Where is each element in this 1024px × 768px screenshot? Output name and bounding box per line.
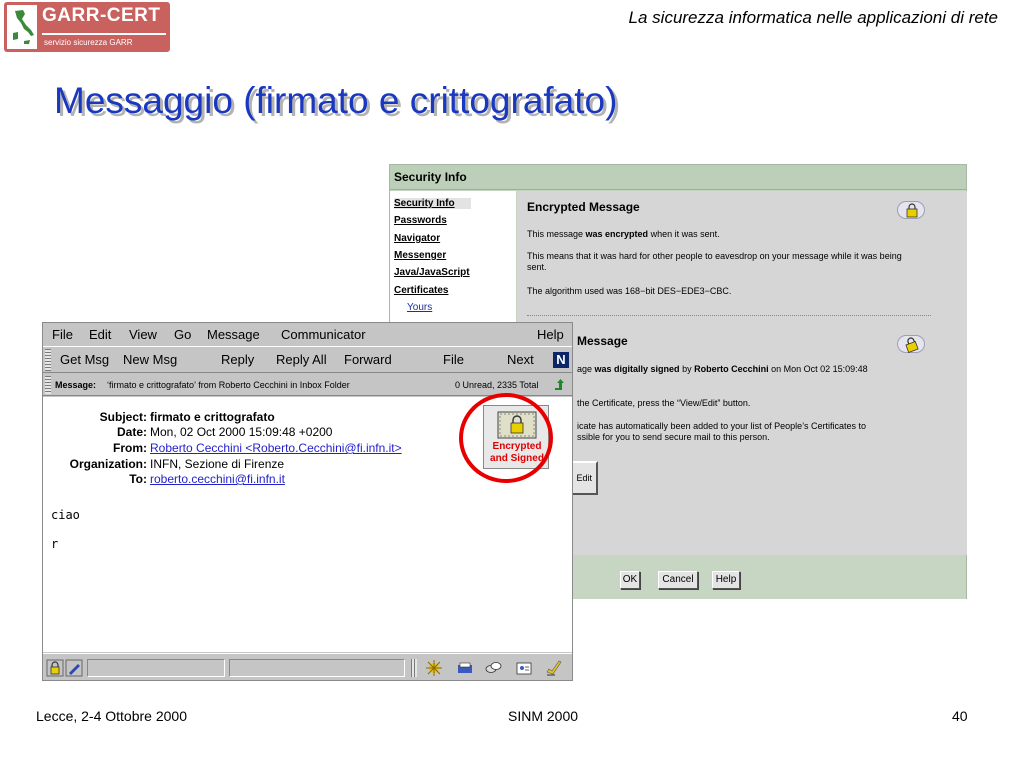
menu-file[interactable]: File bbox=[52, 327, 73, 342]
to-label: To: bbox=[129, 472, 147, 486]
menu-message[interactable]: Message bbox=[207, 327, 260, 342]
body-line-2: r bbox=[51, 537, 59, 551]
logo-brand-text: GARR-CERT bbox=[42, 5, 161, 26]
location-text: ‘firmato e crittografato’ from Roberto C… bbox=[107, 380, 350, 390]
signed-paragraph-3: icate has automatically been added to yo… bbox=[577, 421, 866, 442]
slide-title: Messaggio (firmato e crittografato) bbox=[54, 80, 618, 121]
nav-java-javascript[interactable]: Java/JavaScript bbox=[394, 267, 470, 278]
navigator-icon[interactable] bbox=[425, 659, 443, 677]
nav-certificates[interactable]: Certificates bbox=[394, 285, 448, 296]
location-label: Message: bbox=[55, 380, 97, 390]
body-line-1: ciao bbox=[51, 508, 80, 522]
file-button[interactable]: File bbox=[443, 352, 464, 367]
signed-pen-icon[interactable] bbox=[65, 659, 83, 677]
location-bar-grip[interactable] bbox=[45, 376, 51, 394]
italy-map-icon bbox=[7, 5, 37, 49]
nav-messenger[interactable]: Messenger bbox=[394, 250, 446, 261]
organization-value: INFN, Sezione di Firenze bbox=[150, 457, 285, 471]
messenger-window: File Edit View Go Message Communicator H… bbox=[42, 322, 573, 681]
ok-button[interactable]: OK bbox=[620, 571, 640, 589]
component-bar-grip[interactable] bbox=[411, 659, 417, 677]
section-divider bbox=[527, 315, 931, 316]
composer-icon[interactable] bbox=[545, 659, 563, 677]
highlight-circle bbox=[459, 393, 553, 483]
footer-page-number: 40 bbox=[952, 708, 968, 724]
security-info-title: Security Info bbox=[394, 170, 467, 184]
signed-lock-icon bbox=[897, 335, 925, 353]
get-msg-button[interactable]: Get Msg bbox=[60, 352, 109, 367]
menu-communicator[interactable]: Communicator bbox=[281, 327, 366, 342]
message-count: 0 Unread, 2335 Total bbox=[455, 380, 539, 390]
help-button[interactable]: Help bbox=[712, 571, 740, 589]
footer-event: SINM 2000 bbox=[508, 708, 579, 724]
presentation-header: La sicurezza informatica nelle applicazi… bbox=[628, 8, 998, 27]
menu-go[interactable]: Go bbox=[174, 327, 191, 342]
netscape-logo-icon[interactable]: N bbox=[553, 352, 569, 368]
subject-value: firmato e crittografato bbox=[150, 410, 275, 424]
subject-label: Subject: bbox=[99, 410, 147, 424]
lock-icon bbox=[897, 201, 925, 219]
status-bar bbox=[43, 653, 572, 680]
cancel-button[interactable]: Cancel bbox=[658, 571, 698, 589]
logo-divider bbox=[42, 33, 166, 35]
reply-button[interactable]: Reply bbox=[221, 352, 254, 367]
date-value: Mon, 02 Oct 2000 15:09:48 +0200 bbox=[150, 425, 333, 439]
organization-label: Organization: bbox=[69, 457, 147, 471]
discussion-groups-icon[interactable] bbox=[484, 659, 502, 677]
encrypted-paragraph-3: The algorithm used was 168−bit DES−EDE3−… bbox=[527, 286, 732, 296]
view-edit-button[interactable]: Edit bbox=[570, 461, 598, 495]
nav-security-info[interactable]: Security Info bbox=[394, 198, 471, 209]
signed-paragraph-1: age was digitally signed by Roberto Cecc… bbox=[577, 364, 868, 374]
toolbar-grip[interactable] bbox=[45, 349, 51, 371]
from-link[interactable]: Roberto Cecchini <Roberto.Cecchini@fi.in… bbox=[150, 441, 402, 455]
up-arrow-icon[interactable] bbox=[553, 378, 567, 392]
menu-edit[interactable]: Edit bbox=[89, 327, 111, 342]
signed-paragraph-2: the Certificate, press the “View/Edit” b… bbox=[577, 398, 751, 408]
from-label: From: bbox=[113, 441, 147, 455]
menu-bar: File Edit View Go Message Communicator H… bbox=[43, 323, 572, 345]
nav-passwords[interactable]: Passwords bbox=[394, 215, 447, 226]
signed-heading: Message bbox=[577, 334, 628, 348]
encrypted-paragraph-1: This message was encrypted when it was s… bbox=[527, 229, 720, 239]
address-book-icon[interactable] bbox=[515, 659, 533, 677]
message-toolbar: Get Msg New Msg Reply Reply All Forward … bbox=[43, 346, 572, 373]
footer-location-date: Lecce, 2-4 Ottobre 2000 bbox=[36, 708, 187, 724]
to-link[interactable]: roberto.cecchini@fi.infn.it bbox=[150, 472, 285, 486]
next-button[interactable]: Next bbox=[507, 352, 534, 367]
forward-button[interactable]: Forward bbox=[344, 352, 392, 367]
new-msg-button[interactable]: New Msg bbox=[123, 352, 177, 367]
date-label: Date: bbox=[116, 425, 147, 439]
encrypted-heading: Encrypted Message bbox=[527, 200, 640, 214]
inbox-icon[interactable] bbox=[456, 659, 474, 677]
status-progress-field bbox=[229, 659, 405, 677]
nav-certificates-yours[interactable]: Yours bbox=[407, 302, 432, 313]
nav-navigator[interactable]: Navigator bbox=[394, 233, 440, 244]
security-content: Encrypted Message This message was encry… bbox=[517, 191, 967, 555]
security-lock-icon[interactable] bbox=[46, 659, 64, 677]
location-bar: Message: ‘firmato e crittografato’ from … bbox=[43, 374, 572, 396]
security-info-titlebar: Security Info bbox=[390, 165, 966, 190]
reply-all-button[interactable]: Reply All bbox=[276, 352, 327, 367]
garr-cert-logo: GARR-CERT servizio sicurezza GARR bbox=[4, 2, 170, 52]
status-message-field bbox=[87, 659, 225, 677]
menu-help[interactable]: Help bbox=[537, 327, 564, 342]
logo-subtitle: servizio sicurezza GARR bbox=[44, 38, 133, 47]
encrypted-paragraph-2: This means that it was hard for other pe… bbox=[527, 251, 902, 272]
menu-view[interactable]: View bbox=[129, 327, 157, 342]
